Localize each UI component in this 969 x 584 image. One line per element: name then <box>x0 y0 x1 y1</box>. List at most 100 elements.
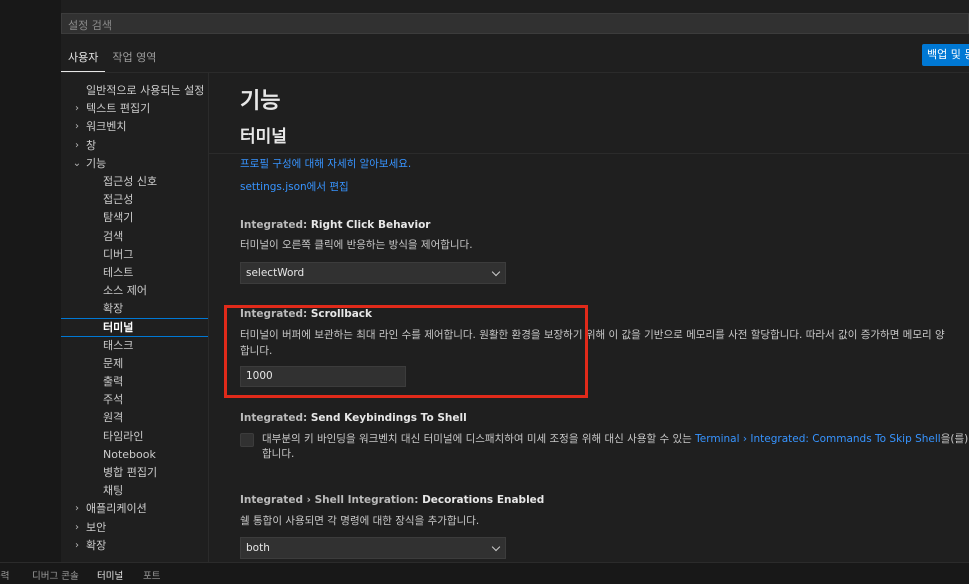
toc-item[interactable]: 채팅 <box>61 482 208 500</box>
backup-sync-button[interactable]: 백업 및 동 <box>922 44 969 66</box>
toc-item-label: 테스트 <box>103 265 134 279</box>
toc-item-label: Notebook <box>103 447 156 461</box>
group-title: 기능 <box>240 89 281 114</box>
toc-item[interactable]: › 워크벤치 <box>61 118 208 136</box>
send-keybindings-title: Integrated: Send Keybindings To Shell <box>240 412 467 424</box>
panel-tab-debug-console[interactable]: 디버그 콘솔 <box>32 568 79 582</box>
chevron-right-icon: › <box>75 121 79 133</box>
toc-item-label: 탐색기 <box>103 211 134 225</box>
toc-item-label: 일반적으로 사용되는 설정 <box>86 84 205 97</box>
toc-item[interactable]: 태스크 <box>61 337 208 355</box>
setting-name: Send Keybindings To Shell <box>310 412 467 424</box>
toc-item-label: 워크벤치 <box>86 120 127 134</box>
chevron-right-icon: › <box>75 139 79 151</box>
chevron-down-icon <box>491 267 501 277</box>
toc-item[interactable]: 탐색기 <box>61 209 208 227</box>
toc-item[interactable]: › 확장 <box>61 537 208 555</box>
toc-item[interactable]: 접근성 신호 <box>61 173 208 191</box>
toc-item[interactable]: › 창 <box>61 137 208 155</box>
decorations-enabled-description: 쉘 통합이 사용되면 각 명령에 대한 장식을 추가합니다. <box>240 515 480 527</box>
toc-item[interactable]: Notebook <box>61 446 208 464</box>
toc-item[interactable]: 병합 편집기 <box>61 464 208 482</box>
send-keybindings-description-cont: 합니다. <box>262 448 295 460</box>
send-keybindings-description: 대부분의 키 바인딩을 워크벤치 대신 터미널에 디스패치하여 미세 조정을 위… <box>262 431 968 447</box>
toc-item[interactable]: 원격 <box>61 409 208 427</box>
toc-item[interactable]: 일반적으로 사용되는 설정 <box>61 82 208 100</box>
toc-item[interactable]: 디버그 <box>61 246 208 264</box>
toc-item-label: 원격 <box>103 411 124 425</box>
toc-item-label: 채팅 <box>103 484 124 498</box>
tab-workspace[interactable]: 작업 영역 <box>105 44 163 72</box>
panel-tab-bar: 출력 디버그 콘솔 터미널 포트 <box>0 562 969 584</box>
toc-item-label: 터미널 <box>103 321 134 335</box>
toc-item-label: 문제 <box>103 356 124 370</box>
toc-item-label: 주석 <box>103 393 124 407</box>
toc-item-label: 소스 제어 <box>103 284 147 298</box>
profile-docs-link[interactable]: 프로필 구성에 대해 자세히 알아보세요. <box>240 156 411 171</box>
toc-item-label: 접근성 신호 <box>103 174 158 188</box>
toc-item-label: 타임라인 <box>103 429 144 443</box>
chevron-down-icon <box>491 542 501 552</box>
toc-item-label: 확장 <box>86 538 107 552</box>
toc-item[interactable]: 검색 <box>61 228 208 246</box>
edit-settings-json-link[interactable]: settings.json에서 편집 <box>240 179 349 194</box>
setting-category: Integrated: <box>240 219 311 231</box>
tab-user[interactable]: 사용자 <box>61 44 106 72</box>
right-click-behavior-title: Integrated: Right Click Behavior <box>240 219 430 231</box>
chevron-right-icon: › <box>75 503 79 515</box>
send-keybindings-checkbox[interactable] <box>240 433 254 447</box>
toc-item[interactable]: 소스 제어 <box>61 282 208 300</box>
sticky-header-divider <box>209 153 969 154</box>
description-text: 을(를) <box>940 433 969 445</box>
toc-item-label: 검색 <box>103 229 124 243</box>
setting-category: Integrated › Shell Integration: <box>240 494 423 506</box>
decorations-enabled-title: Integrated › Shell Integration: Decorati… <box>240 494 544 506</box>
select-value: selectWord <box>246 267 305 279</box>
select-value: both <box>246 542 270 554</box>
toc-item-label: 태스크 <box>103 338 134 352</box>
setting-name: Decorations Enabled <box>422 494 545 506</box>
toc-item-label: 확장 <box>103 302 124 316</box>
toc-item-label: 병합 편집기 <box>103 465 158 479</box>
toc-item[interactable]: 문제 <box>61 355 208 373</box>
toc-item[interactable]: 터미널 <box>61 318 208 337</box>
chevron-right-icon: › <box>75 103 79 115</box>
setting-name: Right Click Behavior <box>310 219 431 231</box>
toc-item[interactable]: 접근성 <box>61 191 208 209</box>
highlight-annotation-box <box>224 305 588 398</box>
chevron-right-icon: › <box>75 539 79 551</box>
settings-toc: 일반적으로 사용되는 설정 › 텍스트 편집기 › 워크벤치 › 창 ⌄ 기능 접근성 신호 접근성… <box>61 82 208 560</box>
settings-search-input[interactable] <box>62 16 968 35</box>
toc-item-label: 텍스트 편집기 <box>86 102 151 116</box>
chevron-right-icon: › <box>75 521 79 533</box>
toc-item[interactable]: 출력 <box>61 373 208 391</box>
toc-item-label: 창 <box>86 138 97 152</box>
panel-tab-output[interactable]: 출력 <box>0 568 9 582</box>
toc-item[interactable]: ⌄ 기능 <box>61 155 208 173</box>
panel-tab-ports[interactable]: 포트 <box>143 568 160 582</box>
toc-item[interactable]: 주석 <box>61 391 208 409</box>
section-title: 터미널 <box>240 127 287 147</box>
settings-scope-tabs: 사용자 작업 영역 <box>61 44 163 72</box>
toc-item-label: 디버그 <box>103 247 134 261</box>
toc-item[interactable]: › 애플리케이션 <box>61 500 208 518</box>
chevron-down-icon: ⌄ <box>72 157 82 169</box>
description-text: 대부분의 키 바인딩을 워크벤치 대신 터미널에 디스패치하여 미세 조정을 위… <box>262 433 696 445</box>
panel-tab-terminal[interactable]: 터미널 <box>97 568 123 582</box>
right-click-behavior-select[interactable]: selectWord <box>240 262 506 284</box>
toc-item-label: 접근성 <box>103 193 134 207</box>
toc-item[interactable]: › 텍스트 편집기 <box>61 100 208 118</box>
settings-search-box[interactable] <box>61 13 969 35</box>
commands-to-skip-shell-link[interactable]: Terminal › Integrated: Commands To Skip … <box>695 433 941 445</box>
right-click-behavior-description: 터미널이 오른쪽 클릭에 반응하는 방식을 제어합니다. <box>240 239 473 251</box>
setting-category: Integrated: <box>240 412 311 424</box>
left-gutter <box>0 0 61 562</box>
toc-item-label: 기능 <box>86 156 107 170</box>
toc-item[interactable]: 타임라인 <box>61 428 208 446</box>
toc-item-label: 보안 <box>86 520 107 534</box>
toc-item[interactable]: 테스트 <box>61 264 208 282</box>
toc-item[interactable]: › 보안 <box>61 519 208 537</box>
decorations-enabled-select[interactable]: both <box>240 537 506 559</box>
toc-item[interactable]: 확장 <box>61 300 208 318</box>
toc-item-label: 애플리케이션 <box>86 502 147 516</box>
